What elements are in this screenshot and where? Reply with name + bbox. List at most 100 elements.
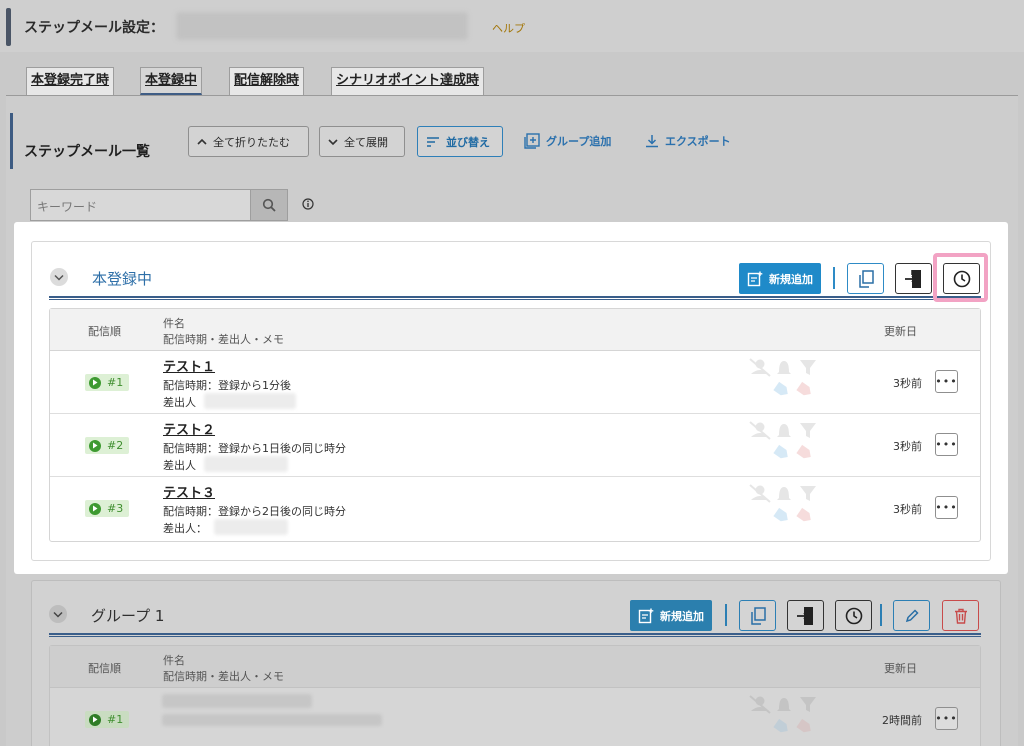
search-button[interactable] [250,189,288,221]
order-badge: #1 [85,711,129,728]
copy-icon [858,269,874,288]
copy-icon [750,606,766,625]
add-group-label: グループ追加 [546,135,612,148]
toolbar-separator [833,267,835,289]
copy-button[interactable] [847,263,884,294]
history-button-highlight [933,253,988,302]
export-button[interactable]: エクスポート [645,132,731,150]
mail-timing: 配信時期：登録から1分後 [163,379,291,392]
tab-registering[interactable]: 本登録中 [140,67,203,95]
import-icon [796,606,816,626]
table-row[interactable]: #1 テスト１ 配信時期：登録から1分後 差出人 3秒前 ••• [50,351,980,414]
mail-timing: 配信時期：登録から1日後の同じ時分 [163,442,346,455]
add-box-icon [524,133,540,149]
table-header: 配信順 件名 配信時期・差出人・メモ 更新日 [50,646,980,688]
search-icon [262,198,276,212]
list-title: ステップメール一覧 [24,144,150,160]
delete-group-button[interactable] [942,600,979,631]
table-row[interactable]: #3 テスト３ 配信時期：登録から2日後の同じ時分 差出人： 3秒前 ••• [50,477,980,540]
more-options-button[interactable]: ••• [935,496,958,519]
page-title: ステップメール設定： [24,20,164,36]
group-collapse-toggle[interactable] [49,605,67,623]
header-accent [6,8,11,46]
mail-subject-link[interactable]: テスト１ [163,356,215,375]
mail-table: 配信順 件名 配信時期・差出人・メモ 更新日 #1 テスト１ 配信時期：登録から… [49,308,981,542]
more-options-button[interactable]: ••• [935,433,958,456]
table-row[interactable]: #1 2時間前 ••• [50,688,980,746]
mail-subject-link[interactable]: テスト３ [163,482,215,501]
new-mail-button[interactable]: 新規追加 [739,263,821,294]
export-label: エクスポート [665,135,731,148]
tab-scenario-point[interactable]: シナリオポイント達成時 [331,67,485,95]
scenario-name-redacted [176,12,468,40]
status-icons [746,483,822,533]
help-link[interactable]: ヘルプ [492,20,525,36]
download-icon [645,134,659,148]
col-updated: 更新日 [884,325,917,338]
col-subject-sub: 配信時期・差出人・メモ [163,333,284,346]
sender-redacted [214,519,288,535]
ellipsis-icon: ••• [935,501,958,514]
add-group-button[interactable]: グループ追加 [524,132,611,150]
timing-redacted [162,714,382,726]
copy-button[interactable] [739,600,776,631]
play-icon [89,439,101,452]
import-button[interactable] [895,263,932,294]
col-updated: 更新日 [884,662,917,675]
sort-label: 並び替え [446,135,490,149]
history-button[interactable] [835,600,872,631]
col-subject-sub: 配信時期・差出人・メモ [163,670,284,683]
info-icon[interactable] [302,198,314,210]
group-card-group1: グループ 1 新規追加 配信順 件名 配信時期・差出人・メモ 更新日 #1 2時… [31,580,1001,746]
ellipsis-icon: ••• [935,712,958,725]
updated-time: 3秒前 [893,503,922,516]
order-badge: #1 [85,374,129,391]
new-doc-icon [747,271,763,287]
subject-redacted [162,694,312,708]
new-mail-button[interactable]: 新規追加 [630,600,712,631]
status-icon-set [749,484,816,522]
group-underline [49,296,981,300]
tab-unsubscribe[interactable]: 配信解除時 [229,67,305,95]
status-icon-set [749,421,816,459]
group-underline [49,633,981,637]
mail-subject-link[interactable]: テスト２ [163,419,215,438]
play-icon [89,713,101,726]
order-number: #1 [107,713,124,726]
more-options-button[interactable]: ••• [935,370,958,393]
ellipsis-icon: ••• [935,438,958,451]
new-mail-label: 新規追加 [660,609,704,623]
group-title: 本登録中 [92,270,153,288]
mail-sender: 差出人 [163,396,196,409]
updated-time: 3秒前 [893,440,922,453]
play-icon [89,376,101,389]
table-row[interactable]: #2 テスト２ 配信時期：登録から1日後の同じ時分 差出人 3秒前 ••• [50,414,980,477]
sender-redacted [204,393,296,409]
new-doc-icon [638,608,654,624]
updated-time: 2時間前 [882,714,922,727]
mail-table: 配信順 件名 配信時期・差出人・メモ 更新日 #1 2時間前 ••• [49,645,981,746]
play-icon [89,502,101,515]
group-title: グループ 1 [91,607,165,625]
search-input[interactable]: キーワード [30,189,251,221]
chevron-up-icon [197,138,207,146]
group-card-registering: 本登録中 新規追加 配信順 件名 配信時期・差出人・メモ 更新日 #1 テスト１… [31,241,991,561]
tab-registration-complete[interactable]: 本登録完了時 [26,67,115,95]
more-options-button[interactable]: ••• [935,707,958,730]
group-collapse-toggle[interactable] [50,268,68,286]
order-number: #1 [107,376,124,389]
order-number: #3 [107,502,124,515]
new-mail-label: 新規追加 [769,272,813,286]
import-icon [904,269,924,289]
expand-all-button[interactable]: 全て展開 [319,126,405,157]
import-button[interactable] [787,600,824,631]
col-order: 配信順 [88,325,121,338]
expand-all-label: 全て展開 [344,135,388,149]
clock-icon [845,607,863,625]
status-icon-set [749,695,816,733]
table-header: 配信順 件名 配信時期・差出人・メモ 更新日 [50,309,980,351]
sort-button[interactable]: 並び替え [417,126,503,157]
edit-group-button[interactable] [893,600,930,631]
collapse-all-label: 全て折りたたむ [213,135,290,149]
collapse-all-button[interactable]: 全て折りたたむ [188,126,309,157]
